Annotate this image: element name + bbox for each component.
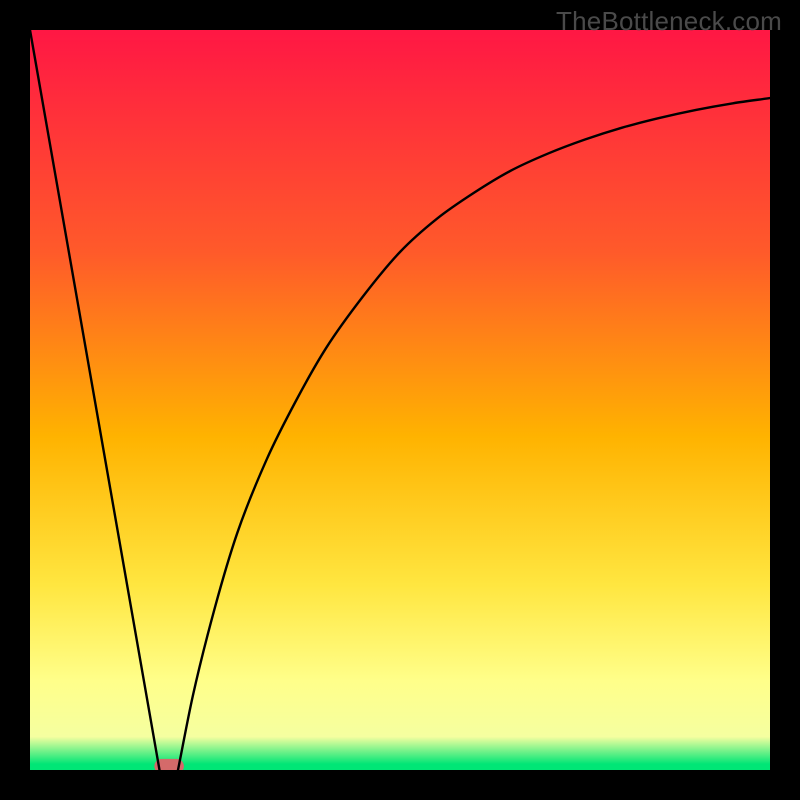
bottleneck-chart — [0, 0, 800, 800]
watermark-text: TheBottleneck.com — [556, 6, 782, 37]
chart-frame: TheBottleneck.com — [0, 0, 800, 800]
